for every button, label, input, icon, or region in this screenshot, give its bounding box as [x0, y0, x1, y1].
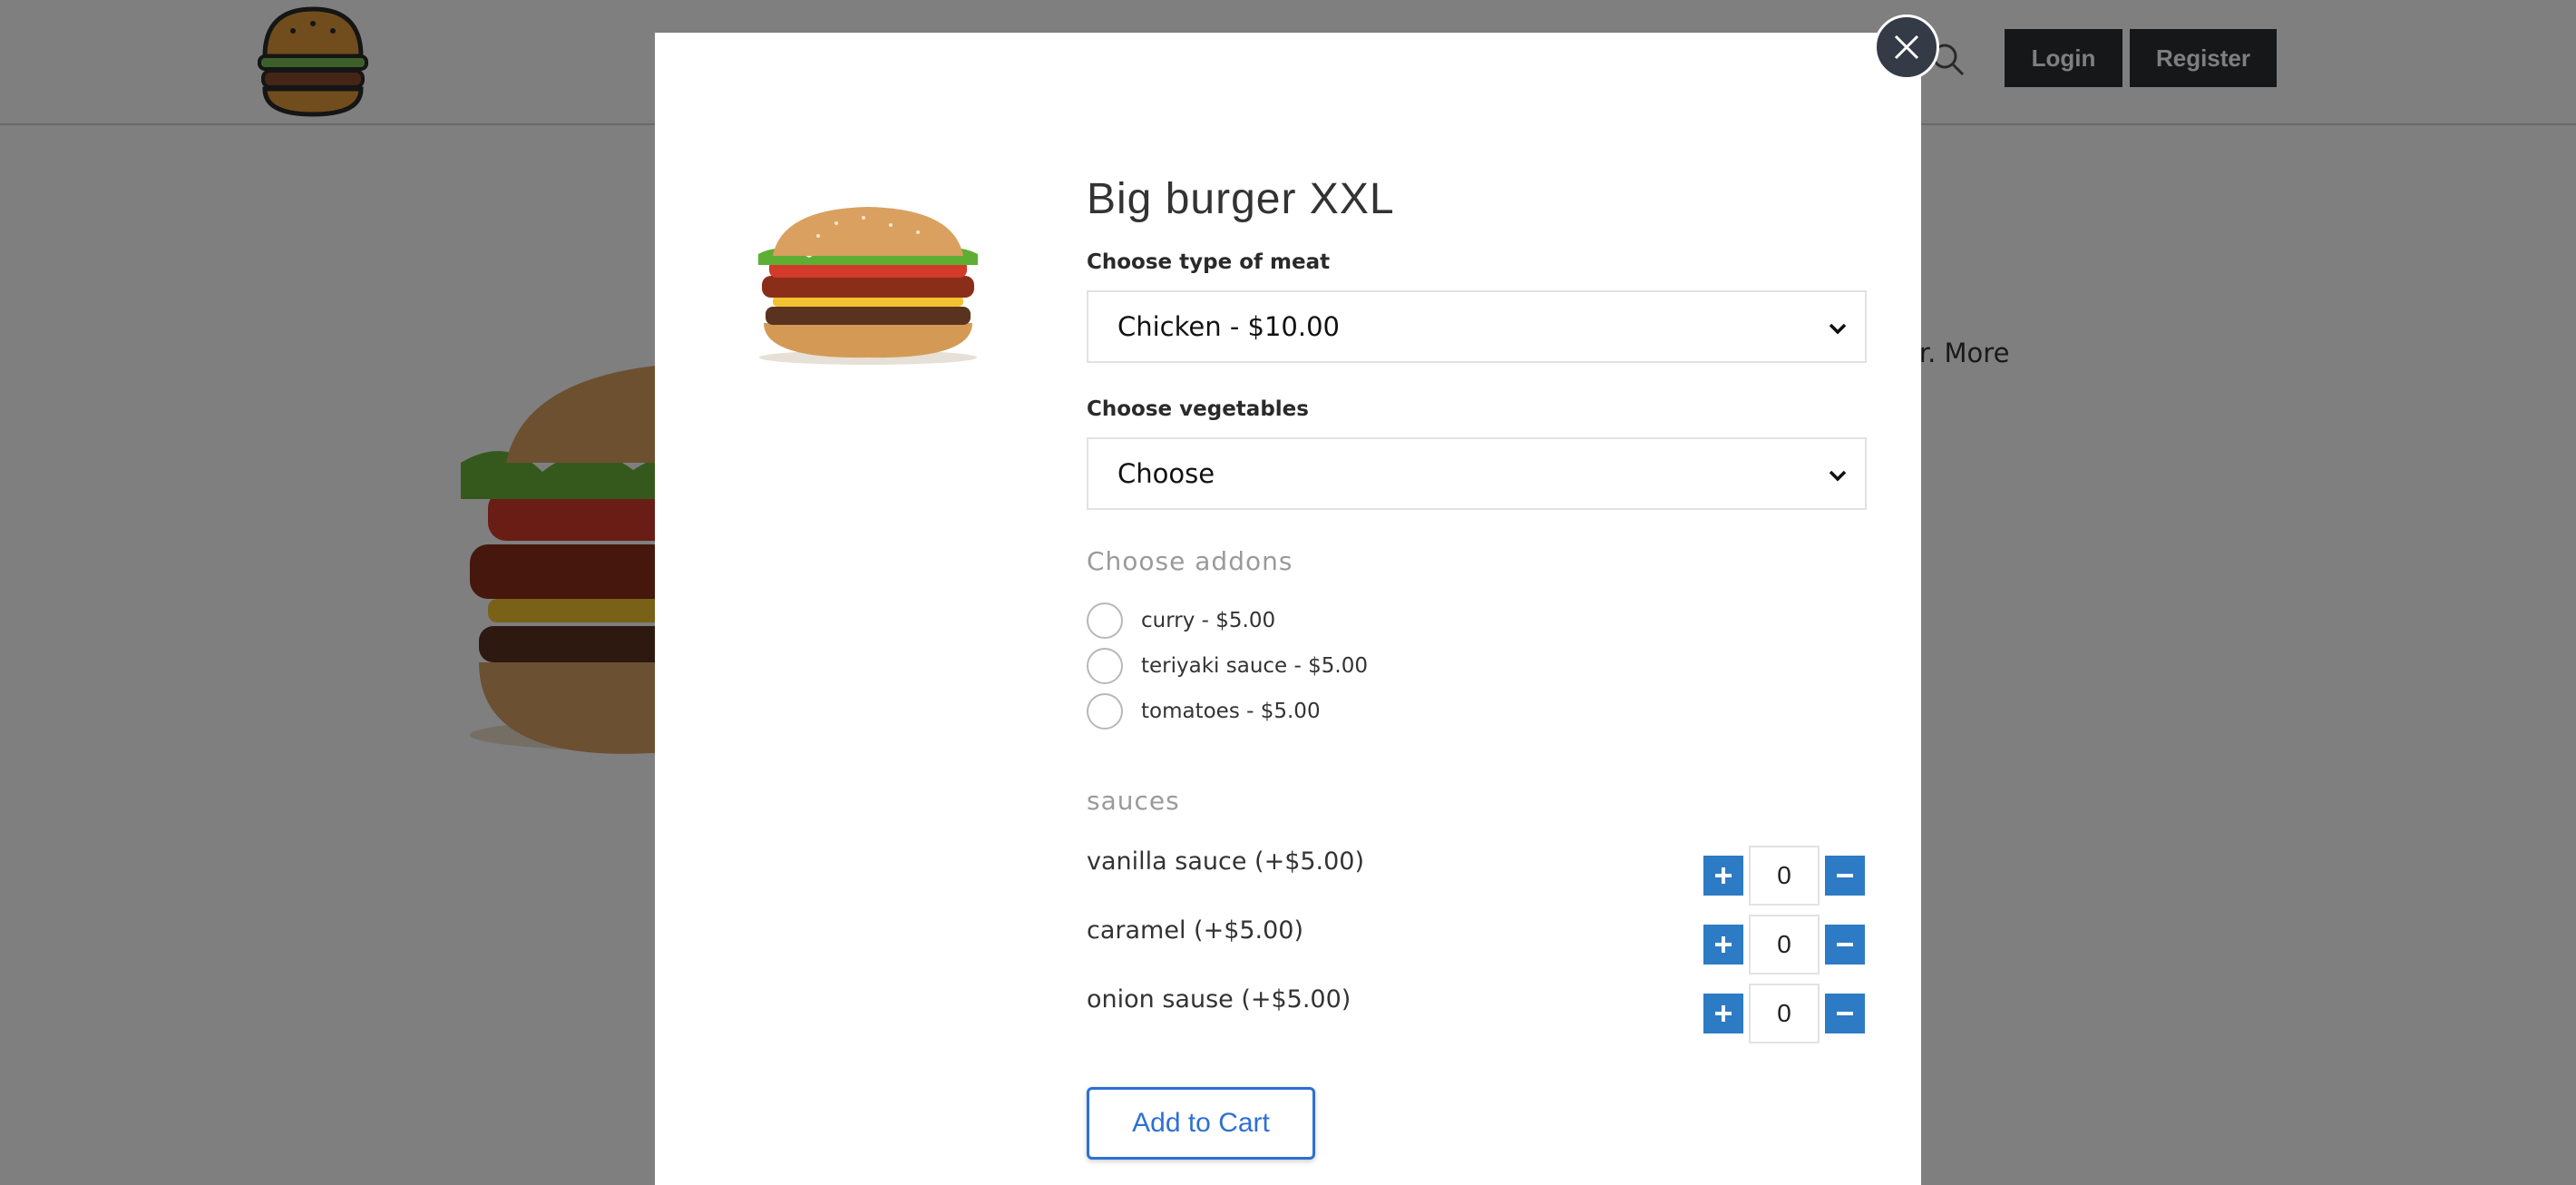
chevron-down-icon: [1829, 323, 1847, 335]
addons-label: Choose addons: [1087, 546, 1293, 576]
quantity-stepper-onion: 0: [1703, 984, 1865, 1043]
product-title: Big burger XXL: [1087, 175, 1395, 223]
sauce-name-caramel: caramel (+$5.00): [1087, 916, 1304, 945]
product-image: [758, 207, 978, 365]
quantity-input[interactable]: 0: [1749, 846, 1820, 906]
add-to-cart-button[interactable]: Add to Cart: [1087, 1087, 1315, 1160]
chevron-down-icon: [1829, 470, 1847, 482]
addon-option-tomatoes[interactable]: tomatoes - $5.00: [1087, 693, 1321, 730]
vegetables-label: Choose vegetables: [1087, 397, 1309, 421]
radio-button[interactable]: [1087, 693, 1123, 730]
increment-button[interactable]: [1703, 856, 1743, 896]
vegetables-select-value: Choose: [1117, 458, 1215, 489]
increment-button[interactable]: [1703, 925, 1743, 965]
addon-label: tomatoes - $5.00: [1141, 700, 1321, 723]
meat-label: Choose type of meat: [1087, 250, 1331, 274]
addon-label: curry - $5.00: [1141, 609, 1276, 632]
sauce-name-vanilla: vanilla sauce (+$5.00): [1087, 847, 1365, 876]
minus-icon: [1837, 1012, 1853, 1015]
close-modal-button[interactable]: [1874, 15, 1939, 80]
quantity-input[interactable]: 0: [1749, 915, 1820, 974]
quantity-stepper-vanilla: 0: [1703, 846, 1865, 906]
plus-icon: [1715, 1005, 1732, 1022]
vegetables-select[interactable]: Choose: [1087, 437, 1867, 510]
decrement-button[interactable]: [1825, 994, 1865, 1033]
meat-select[interactable]: Chicken - $10.00: [1087, 290, 1867, 363]
sauce-name-onion: onion sause (+$5.00): [1087, 985, 1351, 1014]
plus-icon: [1715, 936, 1732, 953]
quantity-input[interactable]: 0: [1749, 984, 1820, 1043]
radio-button[interactable]: [1087, 602, 1123, 639]
sauces-label: sauces: [1087, 786, 1180, 816]
meat-select-value: Chicken - $10.00: [1117, 311, 1340, 342]
close-icon: [1894, 34, 1919, 60]
quantity-stepper-caramel: 0: [1703, 915, 1865, 974]
radio-button[interactable]: [1087, 648, 1123, 684]
minus-icon: [1837, 943, 1853, 946]
decrement-button[interactable]: [1825, 925, 1865, 965]
addon-option-teriyaki[interactable]: teriyaki sauce - $5.00: [1087, 648, 1368, 684]
minus-icon: [1837, 874, 1853, 877]
decrement-button[interactable]: [1825, 856, 1865, 896]
increment-button[interactable]: [1703, 994, 1743, 1033]
plus-icon: [1715, 867, 1732, 884]
addon-label: teriyaki sauce - $5.00: [1141, 654, 1368, 678]
addon-option-curry[interactable]: curry - $5.00: [1087, 602, 1275, 639]
product-modal: Big burger XXL Choose type of meat Chick…: [655, 33, 1921, 1185]
